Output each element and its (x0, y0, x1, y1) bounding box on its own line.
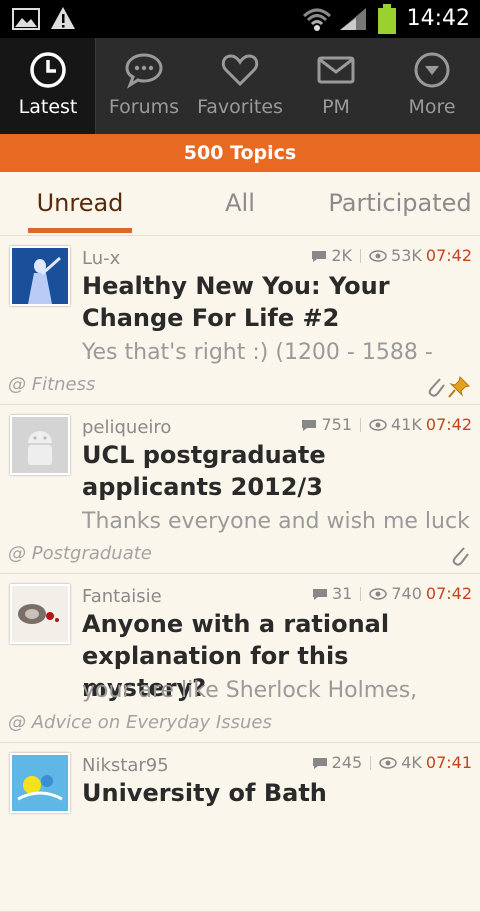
eye-icon (369, 418, 387, 431)
avatar-image (12, 755, 68, 811)
avatar[interactable] (10, 246, 70, 306)
nav-pm[interactable]: PM (288, 38, 384, 134)
topic-row[interactable]: Nikstar95 245 4K 07:41 University of Bat… (0, 743, 480, 912)
reply-count: 31 (331, 584, 353, 603)
topic-title[interactable]: Healthy New You: Your Change For Life #2 (82, 270, 472, 334)
nav-favorites[interactable]: Favorites (192, 38, 288, 134)
tab-unread[interactable]: Unread (0, 172, 160, 235)
topic-meta: 31 740 07:42 (312, 584, 472, 603)
topic-meta: 2K 53K 07:42 (311, 246, 472, 265)
topic-forum[interactable]: @ Advice on Everyday Issues (8, 712, 272, 733)
replies-icon (312, 757, 327, 769)
view-count: 53K (391, 246, 422, 265)
topic-snippet: Thanks everyone and wish me luck! (82, 509, 472, 534)
nav-latest[interactable]: Latest (0, 38, 96, 134)
nav-pm-label: PM (322, 96, 350, 118)
nav-latest-label: Latest (18, 96, 78, 118)
topic-meta: 245 4K 07:41 (312, 753, 472, 772)
attachment-icon (428, 378, 445, 397)
topic-author[interactable]: peliqueiro (82, 417, 171, 438)
tab-all[interactable]: All (160, 172, 320, 235)
replies-icon (312, 250, 327, 262)
topic-meta: 751 41K 07:42 (301, 415, 472, 434)
status-bar: 14:42 (0, 0, 480, 38)
topic-time: 07:42 (425, 246, 472, 265)
topic-time: 07:42 (425, 584, 472, 603)
nav-favorites-label: Favorites (197, 96, 283, 118)
topic-time: 07:42 (425, 415, 472, 434)
main-nav: Latest Forums Favorites PM More (0, 38, 480, 134)
avatar-image (12, 248, 68, 304)
nav-more[interactable]: More (384, 38, 480, 134)
topic-forum[interactable]: @ Postgraduate (8, 543, 152, 564)
eye-icon (369, 587, 388, 600)
topic-row[interactable]: Fantaisie 31 740 07:42 Anyone with a rat… (0, 574, 480, 743)
battery-icon (378, 4, 396, 34)
replies-icon (312, 588, 327, 600)
view-count: 41K (391, 415, 422, 434)
warning-icon (51, 7, 75, 29)
status-time: 14:42 (406, 6, 470, 31)
topic-title[interactable]: University of Bath (82, 777, 472, 809)
topic-title[interactable]: UCL postgraduate applicants 2012/3 (82, 439, 472, 503)
reply-count: 751 (321, 415, 353, 434)
android-avatar-icon (12, 417, 68, 473)
reply-count: 245 (331, 753, 363, 772)
pin-icon (448, 376, 470, 398)
eye-icon (369, 249, 387, 262)
topic-time: 07:41 (425, 753, 472, 772)
view-count: 4K (401, 753, 422, 772)
signal-icon (340, 8, 366, 30)
avatar[interactable] (10, 584, 70, 644)
topic-row[interactable]: Lu-x 2K 53K 07:42 Healthy New You: Your … (0, 236, 480, 405)
speech-bubble-icon (125, 53, 163, 89)
topic-forum[interactable]: @ Fitness (8, 374, 95, 395)
nav-forums-label: Forums (108, 96, 180, 118)
topic-author[interactable]: Fantaisie (82, 586, 162, 607)
mail-icon (317, 56, 355, 84)
topics-count-banner: 500 Topics (0, 134, 480, 172)
replies-icon (302, 419, 317, 431)
eye-icon (379, 756, 397, 769)
image-icon (12, 8, 40, 30)
heart-icon (221, 54, 259, 87)
topic-snippet: Yes that's right :) (1200 - 1588 - (82, 340, 433, 365)
attachment-icon (452, 547, 469, 566)
topic-snippet: your are like Sherlock Holmes, (82, 678, 418, 703)
topic-author[interactable]: Nikstar95 (82, 755, 169, 776)
avatar-image (12, 586, 68, 642)
topic-author[interactable]: Lu-x (82, 248, 120, 269)
clock-icon (30, 52, 66, 88)
view-count: 740 (391, 584, 422, 603)
topic-filter-tabs: Unread All Participated (0, 172, 480, 236)
nav-more-label: More (408, 96, 456, 118)
chevron-down-circle-icon (414, 52, 450, 88)
wifi-icon (302, 8, 332, 31)
nav-forums[interactable]: Forums (96, 38, 192, 134)
topic-row[interactable]: peliqueiro 751 41K 07:42 UCL postgraduat… (0, 405, 480, 574)
tab-participated[interactable]: Participated (320, 172, 480, 235)
reply-count: 2K (331, 246, 353, 265)
topic-list: Lu-x 2K 53K 07:42 Healthy New You: Your … (0, 236, 480, 912)
avatar[interactable] (10, 753, 70, 813)
avatar[interactable] (10, 415, 70, 475)
